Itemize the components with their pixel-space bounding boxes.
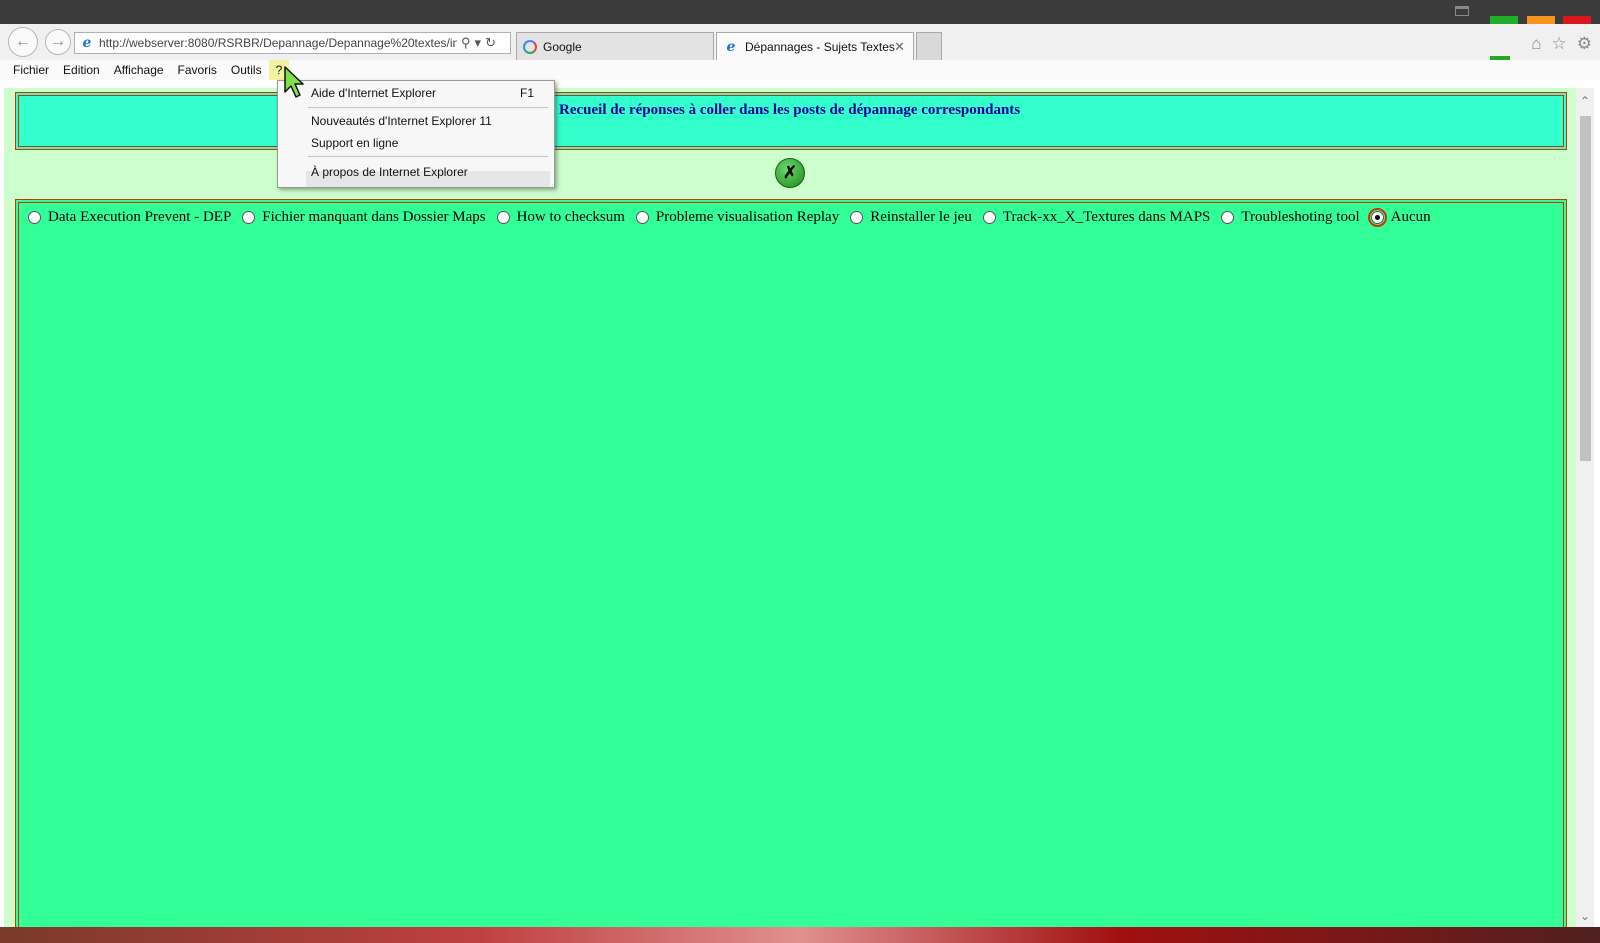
scroll-thumb[interactable] (1580, 116, 1591, 461)
menu-separator (308, 156, 548, 157)
gear-icon[interactable]: ⚙ (1577, 34, 1592, 54)
menu-bar: Fichier Edition Affichage Favoris Outils… (0, 60, 1600, 80)
tab-google[interactable]: Google (516, 32, 714, 60)
minimize-button[interactable] (1490, 16, 1518, 24)
radio-label: Track-xx_X_Textures dans MAPS (1002, 209, 1211, 225)
forward-button[interactable]: → (45, 29, 71, 55)
content-panel: Data Execution Prevent - DEP Fichier man… (15, 199, 1567, 939)
address-url[interactable]: http://webserver:8080/RSRBR/Depannage/De… (99, 36, 457, 50)
forward-arrow-icon: → (50, 33, 66, 50)
address-bar[interactable]: e http://webserver:8080/RSRBR/Depannage/… (74, 32, 511, 54)
radio-label: Aucun (1390, 209, 1431, 225)
star-icon[interactable]: ☆ (1552, 34, 1567, 54)
tab-depannages[interactable]: e Dépannages - Sujets Textes ✕ (716, 32, 914, 60)
menu-shortcut: F1 (519, 86, 534, 100)
menu-edition[interactable]: Edition (56, 60, 107, 80)
navigation-bar: ← → e http://webserver:8080/RSRBR/Depann… (0, 24, 1600, 80)
refresh-icon[interactable]: ↻ (485, 35, 496, 51)
tab-label: Dépannages - Sujets Textes (745, 39, 895, 54)
menu-outils[interactable]: Outils (224, 60, 269, 80)
menu-fichier[interactable]: Fichier (6, 60, 56, 80)
back-arrow-icon: ← (15, 33, 31, 50)
radio-label: How to checksum (516, 209, 625, 225)
radio-replay[interactable] (635, 211, 649, 224)
scroll-down-icon[interactable]: ⌄ (1580, 909, 1590, 923)
page-body: Recueil de réponses à coller dans les po… (4, 88, 1576, 939)
search-icon[interactable]: ⚲ (461, 35, 471, 51)
menu-item-nouveautes[interactable]: Nouveautés d'Internet Explorer 11 (311, 114, 492, 128)
page-title: Recueil de réponses à coller dans les po… (559, 102, 1021, 118)
new-tab-button[interactable] (916, 32, 942, 60)
close-window-button[interactable] (1563, 16, 1591, 24)
radio-textures[interactable] (982, 211, 996, 224)
menu-item-aide[interactable]: Aide d'Internet Explorer (311, 86, 511, 100)
menu-affichage[interactable]: Affichage (107, 60, 171, 80)
toolbar-icons: ⌂ ☆ ⚙ (1531, 34, 1592, 54)
radio-troubleshooting[interactable] (1221, 211, 1235, 224)
home-icon[interactable]: ⌂ (1531, 34, 1541, 54)
maximize-button[interactable] (1527, 16, 1555, 24)
radio-label: Fichier manquant dans Dossier Maps (262, 209, 486, 225)
menu-item-a-propos[interactable]: À propos de Internet Explorer (311, 165, 468, 179)
ie-icon: e (726, 38, 736, 55)
tools-icon[interactable]: ✗ (775, 158, 805, 188)
menu-item-label: Aide d'Internet Explorer (311, 86, 437, 100)
radio-checksum[interactable] (496, 211, 510, 224)
topic-radio-group: Data Execution Prevent - DEP Fichier man… (25, 208, 1439, 227)
page-header: Recueil de réponses à coller dans les po… (15, 92, 1567, 150)
radio-label: Probleme visualisation Replay (655, 209, 840, 225)
ie-icon: e (82, 35, 92, 51)
vertical-scrollbar[interactable]: ⌃ ⌄ (1576, 88, 1594, 927)
menu-favoris[interactable]: Favoris (171, 60, 224, 80)
browser-viewport: Recueil de réponses à coller dans les po… (0, 80, 1600, 939)
close-icon[interactable]: ✕ (894, 39, 905, 55)
menu-item-support[interactable]: Support en ligne (311, 136, 398, 150)
taskbar-strip (0, 927, 1600, 943)
radio-label: Troubleshoting tool (1241, 209, 1360, 225)
tab-label: Google (543, 39, 582, 54)
window-titlebar (0, 0, 1600, 24)
restore-glyph-icon (1455, 6, 1469, 16)
radio-reinstaller[interactable] (850, 211, 864, 224)
back-button[interactable]: ← (8, 27, 38, 57)
radio-fichier-manquant[interactable] (242, 211, 256, 224)
radio-aucun[interactable] (1367, 208, 1387, 227)
google-icon (523, 39, 537, 54)
menu-separator (308, 107, 548, 108)
dropdown-arrow-icon[interactable]: ▾ (475, 35, 482, 51)
radio-label: Reinstaller le jeu (870, 209, 972, 225)
radio-dep[interactable] (28, 211, 41, 224)
help-dropdown-menu: Aide d'Internet Explorer F1 Nouveautés d… (277, 80, 555, 188)
scroll-up-icon[interactable]: ⌃ (1580, 94, 1590, 108)
radio-label: Data Execution Prevent - DEP (48, 209, 232, 225)
